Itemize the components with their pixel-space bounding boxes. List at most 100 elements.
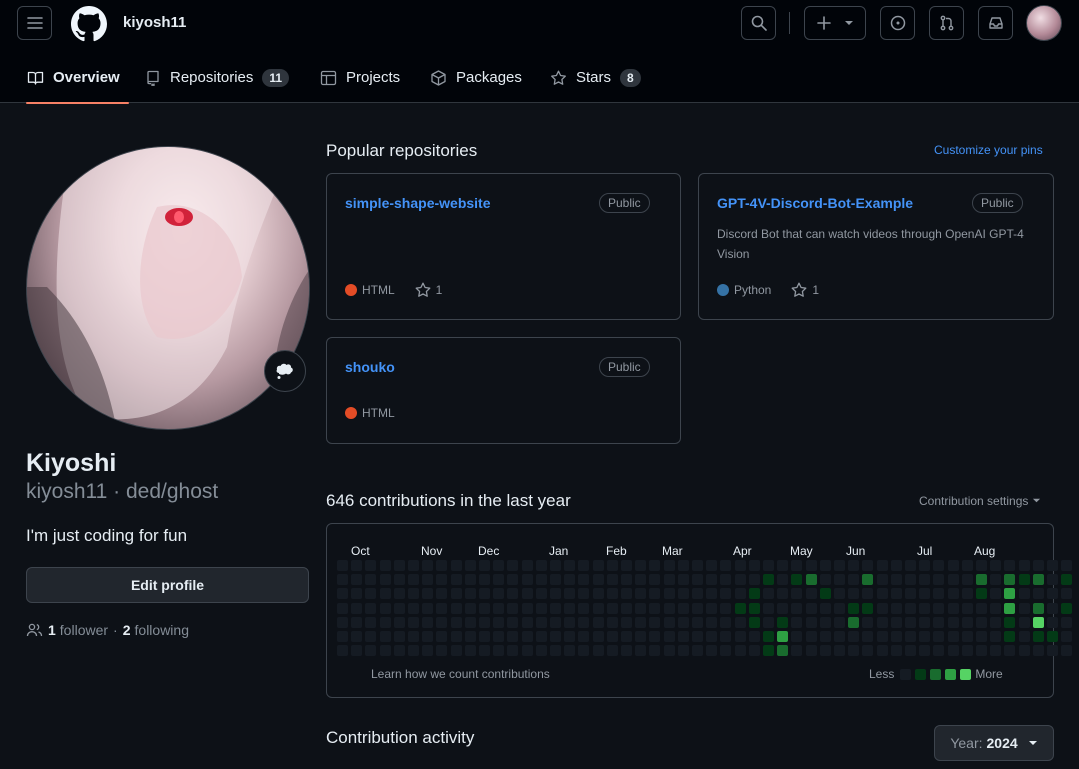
- contribution-day[interactable]: [1004, 560, 1015, 571]
- contribution-day[interactable]: [905, 645, 916, 656]
- contribution-day[interactable]: [905, 560, 916, 571]
- contribution-day[interactable]: [649, 617, 660, 628]
- contribution-day[interactable]: [536, 603, 547, 614]
- contribution-day[interactable]: [351, 617, 362, 628]
- contribution-day[interactable]: [1033, 560, 1044, 571]
- contribution-day[interactable]: [763, 645, 774, 656]
- contribution-day[interactable]: [664, 617, 675, 628]
- contribution-day[interactable]: [749, 617, 760, 628]
- contribution-day[interactable]: [507, 631, 518, 642]
- contribution-day[interactable]: [1004, 588, 1015, 599]
- contribution-day[interactable]: [564, 617, 575, 628]
- contribution-day[interactable]: [578, 617, 589, 628]
- contribution-day[interactable]: [664, 603, 675, 614]
- contribution-day[interactable]: [436, 603, 447, 614]
- contribution-day[interactable]: [1061, 574, 1072, 585]
- contribution-day[interactable]: [394, 588, 405, 599]
- contribution-day[interactable]: [862, 574, 873, 585]
- contribution-day[interactable]: [720, 631, 731, 642]
- contribution-day[interactable]: [337, 631, 348, 642]
- contribution-day[interactable]: [948, 560, 959, 571]
- contribution-day[interactable]: [777, 588, 788, 599]
- contribution-day[interactable]: [706, 645, 717, 656]
- contribution-day[interactable]: [564, 645, 575, 656]
- contribution-day[interactable]: [337, 617, 348, 628]
- contribution-day[interactable]: [649, 631, 660, 642]
- contribution-day[interactable]: [735, 617, 746, 628]
- contribution-day[interactable]: [806, 645, 817, 656]
- contribution-day[interactable]: [720, 645, 731, 656]
- contribution-day[interactable]: [522, 617, 533, 628]
- contribution-day[interactable]: [1047, 588, 1058, 599]
- contribution-day[interactable]: [820, 617, 831, 628]
- contribution-day[interactable]: [933, 631, 944, 642]
- contribution-day[interactable]: [564, 560, 575, 571]
- contribution-day[interactable]: [735, 645, 746, 656]
- contribution-day[interactable]: [351, 645, 362, 656]
- contribution-day[interactable]: [593, 603, 604, 614]
- contribution-day[interactable]: [1033, 617, 1044, 628]
- contribution-day[interactable]: [607, 617, 618, 628]
- contribution-day[interactable]: [692, 560, 703, 571]
- contribution-day[interactable]: [763, 560, 774, 571]
- contribution-day[interactable]: [380, 588, 391, 599]
- contribution-day[interactable]: [422, 617, 433, 628]
- contribution-day[interactable]: [436, 617, 447, 628]
- contribution-day[interactable]: [777, 560, 788, 571]
- contribution-day[interactable]: [1061, 603, 1072, 614]
- contribution-day[interactable]: [380, 574, 391, 585]
- contribution-day[interactable]: [351, 631, 362, 642]
- contribution-day[interactable]: [593, 617, 604, 628]
- contribution-day[interactable]: [408, 645, 419, 656]
- contribution-day[interactable]: [919, 617, 930, 628]
- contribution-day[interactable]: [720, 560, 731, 571]
- contribution-day[interactable]: [365, 617, 376, 628]
- contribution-day[interactable]: [948, 645, 959, 656]
- contribution-day[interactable]: [678, 588, 689, 599]
- contribution-day[interactable]: [877, 645, 888, 656]
- contribution-day[interactable]: [777, 603, 788, 614]
- contribution-day[interactable]: [621, 588, 632, 599]
- contribution-day[interactable]: [990, 560, 1001, 571]
- contribution-day[interactable]: [536, 617, 547, 628]
- contribution-day[interactable]: [365, 603, 376, 614]
- contribution-day[interactable]: [649, 560, 660, 571]
- contribution-day[interactable]: [1033, 645, 1044, 656]
- following-link[interactable]: 2 following: [123, 622, 189, 638]
- contribution-day[interactable]: [507, 574, 518, 585]
- contribution-day[interactable]: [394, 645, 405, 656]
- contribution-day[interactable]: [436, 574, 447, 585]
- contribution-day[interactable]: [408, 617, 419, 628]
- contribution-day[interactable]: [451, 631, 462, 642]
- contribution-day[interactable]: [848, 588, 859, 599]
- contribution-day[interactable]: [479, 631, 490, 642]
- contribution-day[interactable]: [394, 631, 405, 642]
- contribution-day[interactable]: [891, 617, 902, 628]
- contribution-day[interactable]: [1004, 603, 1015, 614]
- contribution-day[interactable]: [891, 588, 902, 599]
- contribution-day[interactable]: [990, 631, 1001, 642]
- contribution-day[interactable]: [1004, 645, 1015, 656]
- contribution-day[interactable]: [905, 631, 916, 642]
- contribution-day[interactable]: [507, 645, 518, 656]
- contribution-day[interactable]: [465, 631, 476, 642]
- contribution-day[interactable]: [337, 574, 348, 585]
- contribution-day[interactable]: [962, 631, 973, 642]
- contribution-day[interactable]: [493, 603, 504, 614]
- contribution-day[interactable]: [493, 617, 504, 628]
- issues-button[interactable]: [880, 6, 915, 40]
- contribution-day[interactable]: [806, 617, 817, 628]
- contribution-day[interactable]: [806, 574, 817, 585]
- contribution-day[interactable]: [806, 560, 817, 571]
- contribution-day[interactable]: [877, 617, 888, 628]
- contribution-day[interactable]: [365, 574, 376, 585]
- contribution-day[interactable]: [380, 603, 391, 614]
- contribution-day[interactable]: [380, 631, 391, 642]
- contribution-day[interactable]: [791, 645, 802, 656]
- contribution-day[interactable]: [365, 645, 376, 656]
- contribution-day[interactable]: [692, 603, 703, 614]
- contribution-day[interactable]: [578, 645, 589, 656]
- contribution-day[interactable]: [408, 574, 419, 585]
- contribution-day[interactable]: [1004, 631, 1015, 642]
- contribution-day[interactable]: [649, 645, 660, 656]
